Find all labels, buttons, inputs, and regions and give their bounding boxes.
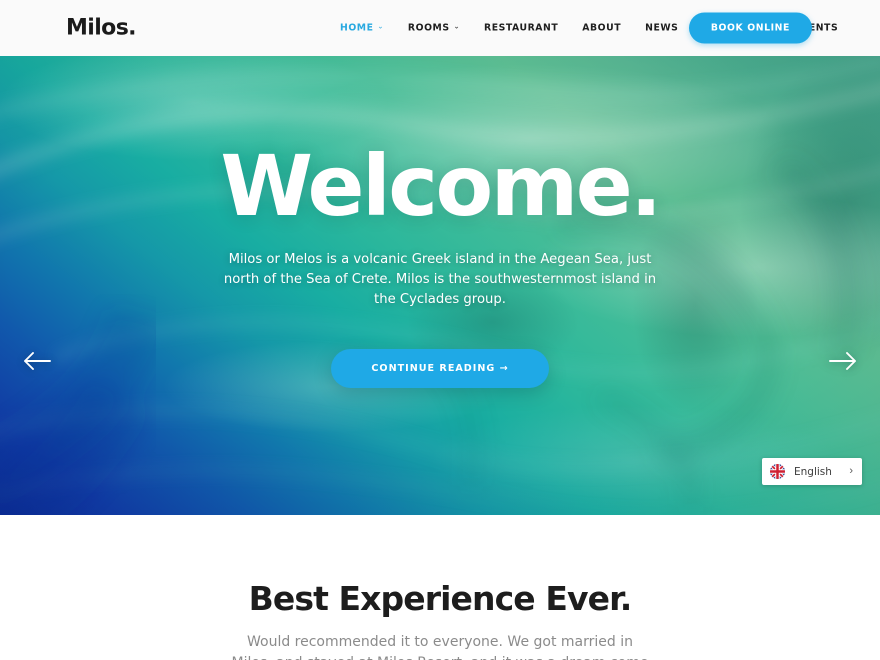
section-subtitle: Would recommended it to everyone. We got… [232, 634, 649, 660]
language-label: English [794, 465, 832, 478]
nav-item-about[interactable]: ABOUT [570, 19, 633, 38]
nav-label-news: NEWS [645, 22, 679, 34]
nav-label-home: HOME [340, 22, 374, 34]
nav-label-about: ABOUT [582, 22, 622, 34]
chevron-right-icon: › [849, 465, 853, 477]
nav-item-home[interactable]: HOME ⌄ [328, 19, 396, 38]
hero-title: Welcome. [220, 137, 662, 235]
book-online-button[interactable]: BOOK ONLINE [688, 12, 812, 44]
section-title: Best Experience Ever. [248, 579, 633, 618]
nav-item-restaurant[interactable]: RESTAURANT [472, 19, 570, 38]
chevron-down-icon: ⌄ [453, 22, 461, 31]
slider-next-button[interactable] [826, 344, 860, 378]
chevron-down-icon: ⌄ [377, 22, 384, 31]
nav-label-rooms: ROOMS [407, 22, 450, 34]
nav-item-rooms[interactable]: ROOMS ⌄ [396, 19, 472, 38]
continue-reading-button[interactable]: CONTINUE READING → [331, 349, 549, 389]
testimonial-section: Best Experience Ever. Would recommended … [0, 515, 880, 660]
arrow-left-icon [24, 352, 51, 370]
slider-prev-button[interactable] [20, 344, 54, 378]
hero-content: Welcome. Milos or Melos is a volcanic Gr… [0, 56, 880, 515]
uk-flag-icon [770, 464, 785, 479]
site-header: Milos. HOME ⌄ ROOMS ⌄ RESTAURANT ABOUT N… [0, 0, 880, 56]
page-root: Milos. HOME ⌄ ROOMS ⌄ RESTAURANT ABOUT N… [0, 0, 880, 660]
language-switcher[interactable]: English › [762, 458, 862, 485]
hero-subtitle: Milos or Melos is a volcanic Greek islan… [223, 252, 657, 308]
nav-label-restaurant: RESTAURANT [484, 22, 559, 34]
site-logo[interactable]: Milos. [66, 16, 137, 41]
nav-item-news[interactable]: NEWS [633, 19, 690, 38]
hero-slider: Welcome. Milos or Melos is a volcanic Gr… [0, 56, 880, 515]
arrow-right-icon [829, 352, 856, 370]
